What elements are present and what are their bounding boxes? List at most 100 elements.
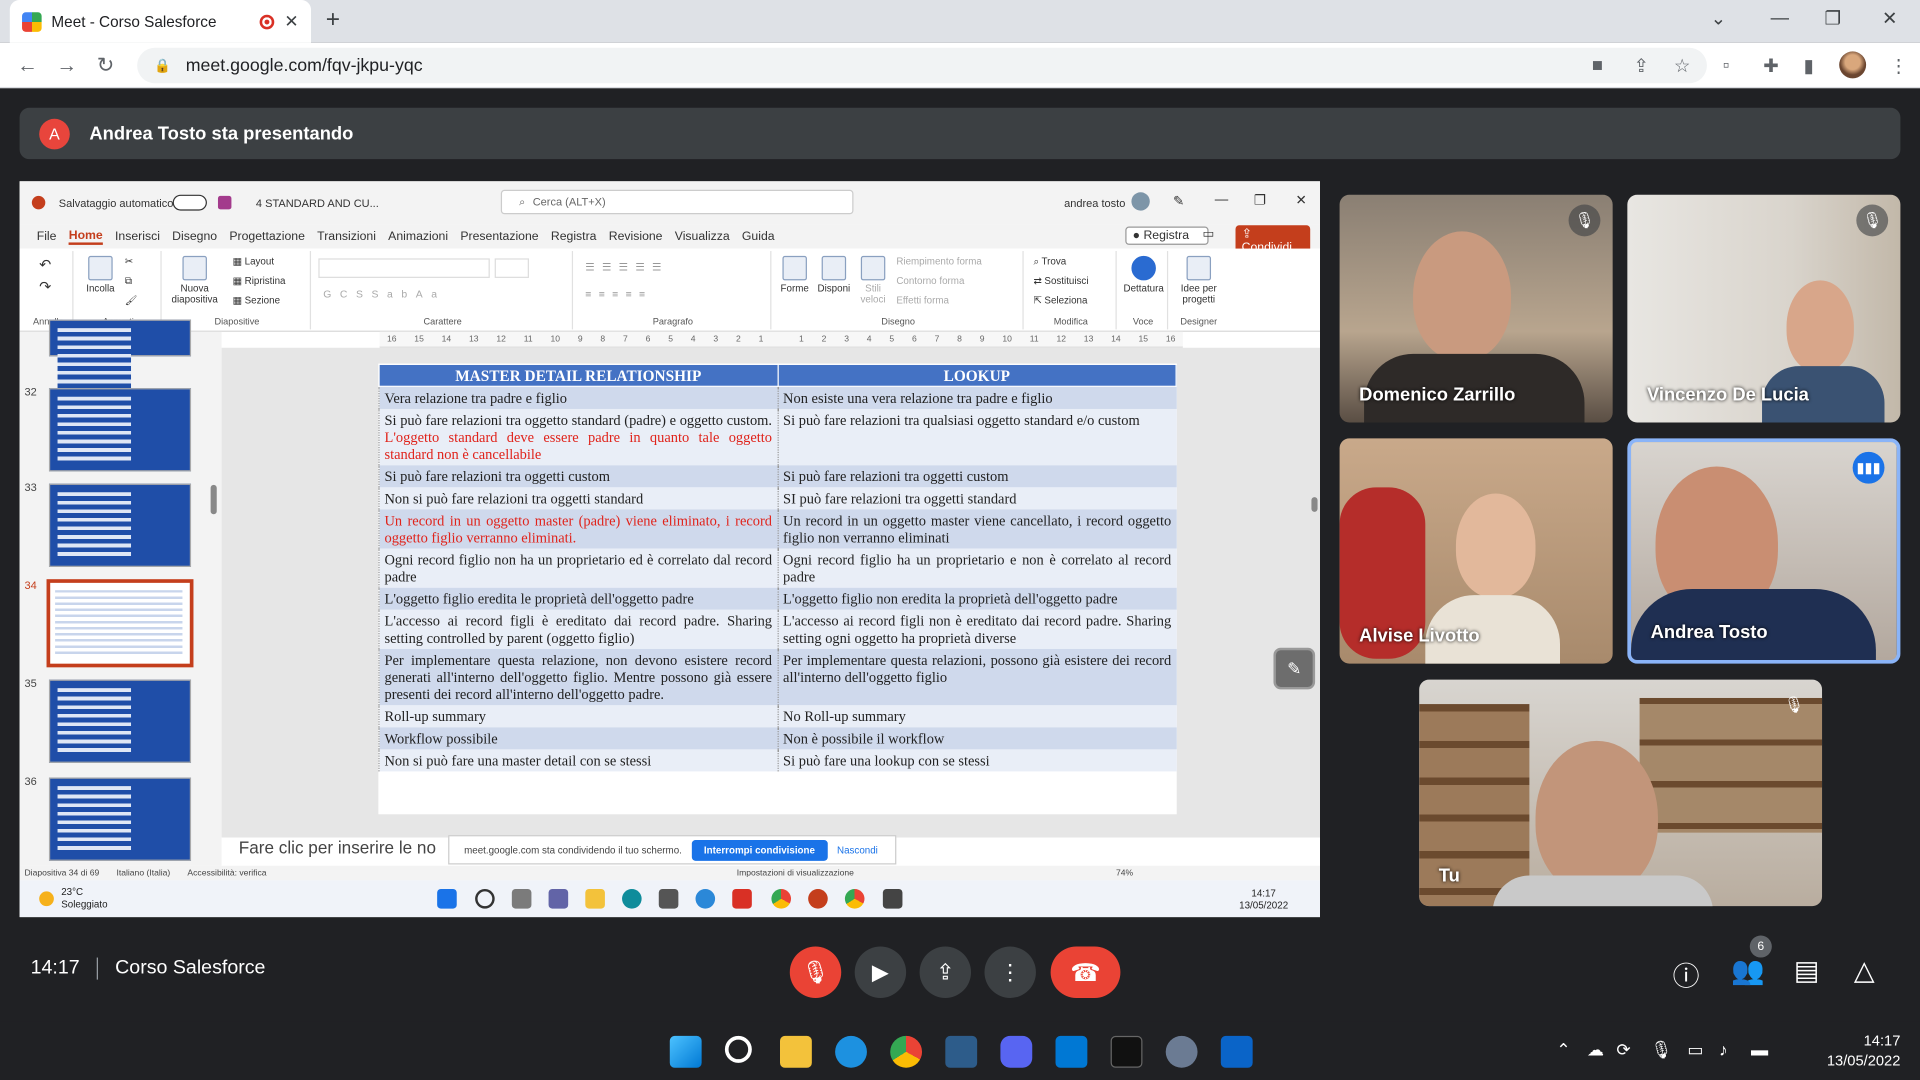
slide-thumbnail[interactable] xyxy=(48,388,192,472)
copy-icon[interactable]: ⧉ xyxy=(125,276,132,288)
participant-tile[interactable]: 🎙 Vincenzo De Lucia xyxy=(1627,194,1901,423)
sidepanel-icon[interactable]: ▮ xyxy=(1804,55,1814,77)
ribbon-tab-presentazione[interactable]: Presentazione xyxy=(460,230,538,243)
section-button[interactable]: ▦ Sezione xyxy=(233,295,280,306)
undo-icon[interactable]: ↶ xyxy=(39,256,51,273)
font-format-buttons[interactable]: GCSSabAa xyxy=(323,288,445,300)
select-button[interactable]: ⇱ Seleziona xyxy=(1033,295,1087,306)
participant-tile[interactable]: 🎙 Domenico Zarrillo xyxy=(1339,194,1613,423)
shape-effects-button[interactable]: Effetti forma xyxy=(896,295,949,306)
cell-master-detail[interactable]: L'accesso ai record figli è ereditato da… xyxy=(378,609,778,649)
cell-master-detail[interactable]: Ogni record figlio non ha un proprietari… xyxy=(378,548,778,588)
slide-thumbnail[interactable] xyxy=(48,319,192,395)
self-view-tile[interactable]: 🎙 Tu xyxy=(1419,679,1823,907)
cell-lookup[interactable]: No Roll-up summary xyxy=(776,705,1177,728)
notes-placeholder[interactable]: Fare clic per inserire le no xyxy=(221,837,452,866)
cut-icon[interactable]: ✂ xyxy=(125,256,133,267)
more-options-button[interactable]: ⋮ xyxy=(984,946,1036,998)
participant-tile-active-speaker[interactable]: ▮▮▮ Andrea Tosto xyxy=(1627,438,1901,664)
os-clock[interactable]: 14:17 13/05/2022 xyxy=(1827,1031,1901,1070)
ribbon-tab-home[interactable]: Home xyxy=(68,228,103,245)
camera-toggle-button[interactable]: ▶ xyxy=(854,946,907,998)
slide-thumbnail-selected[interactable] xyxy=(46,579,194,668)
arrange-button[interactable]: Disponi xyxy=(816,255,853,294)
cell-master-detail[interactable]: L'oggetto figlio eredita le proprietà de… xyxy=(378,587,778,610)
zoom-level[interactable]: 74% xyxy=(1116,869,1133,878)
cell-lookup[interactable]: L'oggetto figlio non eredita la propriet… xyxy=(776,587,1177,610)
forward-icon[interactable]: → xyxy=(56,54,77,78)
task-view-icon[interactable] xyxy=(511,888,532,909)
paste-button[interactable]: Incolla xyxy=(81,255,120,294)
reload-icon[interactable]: ↻ xyxy=(97,54,114,78)
cell-lookup[interactable]: Per implementare questa relazioni, posso… xyxy=(776,648,1177,706)
view-settings[interactable]: Impostazioni di visualizzazione xyxy=(737,869,854,878)
cell-master-detail[interactable]: Workflow possibile xyxy=(378,727,778,750)
tray-chevron-icon[interactable]: ⌃ xyxy=(1556,1040,1570,1061)
terminal-icon[interactable] xyxy=(1110,1035,1143,1068)
cell-lookup[interactable]: Non esiste una vera relazione tra padre … xyxy=(776,386,1177,409)
people-icon[interactable]: 👥 xyxy=(1731,955,1765,987)
ribbon-tab-inserisci[interactable]: Inserisci xyxy=(115,230,160,243)
search-icon[interactable] xyxy=(475,888,495,909)
slide-thumbnail[interactable] xyxy=(48,679,192,763)
designer-button[interactable]: Idee per progetti xyxy=(1173,255,1224,305)
dictation-button[interactable]: Dettatura xyxy=(1122,255,1166,294)
puzzle-icon[interactable]: ✚ xyxy=(1763,55,1778,77)
chrome-icon[interactable] xyxy=(890,1035,923,1068)
vscode-icon[interactable] xyxy=(1055,1035,1088,1068)
chrome-icon-2[interactable] xyxy=(844,888,865,909)
chat-icon[interactable]: ▤ xyxy=(1794,955,1819,987)
bookmark-star-icon[interactable]: ☆ xyxy=(1674,55,1690,77)
cell-lookup[interactable]: L'accesso ai record figli non è ereditat… xyxy=(776,609,1177,649)
minimize-icon[interactable]: — xyxy=(1771,7,1789,28)
search-icon[interactable] xyxy=(724,1035,752,1063)
cell-lookup[interactable]: Un record in un oggetto master viene can… xyxy=(776,509,1177,549)
cell-lookup[interactable]: Non è possibile il workflow xyxy=(776,727,1177,750)
ribbon-tab-transizioni[interactable]: Transizioni xyxy=(317,230,376,243)
cell-lookup[interactable]: Si può fare una lookup con se stessi xyxy=(776,749,1177,772)
cell-master-detail[interactable]: Un record in un oggetto master (padre) v… xyxy=(378,509,778,549)
font-name-select[interactable] xyxy=(318,258,490,278)
profile-avatar[interactable] xyxy=(1839,51,1867,79)
slide-thumbnail[interactable] xyxy=(48,483,192,567)
windows-start-icon[interactable] xyxy=(669,1035,702,1068)
battery-icon[interactable]: ▬ xyxy=(1751,1040,1768,1060)
camera-icon[interactable]: ■ xyxy=(1592,55,1603,76)
shape-outline-button[interactable]: Contorno forma xyxy=(896,276,964,287)
docker-icon[interactable] xyxy=(835,1035,867,1068)
pp-close-icon[interactable]: ✕ xyxy=(1296,192,1307,208)
pp-minimize-icon[interactable]: — xyxy=(1215,192,1228,207)
reset-button[interactable]: ▦ Ripristina xyxy=(233,276,286,287)
stop-sharing-button[interactable]: Interrompi condivisione xyxy=(691,839,828,861)
network-icon[interactable]: ▭ xyxy=(1687,1040,1703,1061)
hang-up-button[interactable]: ☎ xyxy=(1050,946,1121,998)
list-buttons[interactable]: ☰☰☰☰☰ xyxy=(585,261,668,274)
ribbon-tab-progettazione[interactable]: Progettazione xyxy=(229,230,305,243)
app-icon[interactable] xyxy=(695,888,716,909)
find-button[interactable]: ⌕ Trova xyxy=(1033,256,1066,268)
back-icon[interactable]: ← xyxy=(17,54,38,78)
app-icon[interactable] xyxy=(945,1035,978,1068)
shapes-button[interactable]: Forme xyxy=(776,255,813,294)
cell-lookup[interactable]: Si può fare relazioni tra qualsiasi ogge… xyxy=(776,408,1177,466)
cell-lookup[interactable]: SI può fare relazioni tra oggetti standa… xyxy=(776,487,1177,510)
cell-lookup[interactable]: Si può fare relazioni tra oggetti custom xyxy=(776,465,1177,488)
language-status[interactable]: Italiano (Italia) xyxy=(116,869,170,878)
close-window-icon[interactable]: ✕ xyxy=(1882,7,1897,30)
pen-tool-icon[interactable]: ✎ xyxy=(1273,647,1316,690)
extension-icon[interactable]: ▫ xyxy=(1723,55,1730,76)
maximize-icon[interactable]: ❐ xyxy=(1824,7,1840,30)
format-painter-icon[interactable]: 🖌 xyxy=(125,295,137,306)
thumbnails-scrollbar[interactable] xyxy=(210,484,217,515)
quick-styles-button[interactable]: Stili veloci xyxy=(855,255,892,305)
mail-icon[interactable] xyxy=(1220,1035,1253,1068)
pp-search-box[interactable]: ⌕ Cerca (ALT+X) xyxy=(500,189,854,215)
hide-banner-button[interactable]: Nascondi xyxy=(837,844,878,855)
cell-master-detail[interactable]: Si può fare relazioni tra oggetti custom xyxy=(378,465,778,488)
teams-icon[interactable] xyxy=(548,888,569,909)
autosave-toggle[interactable] xyxy=(172,194,207,211)
windows-start-icon[interactable] xyxy=(437,888,457,909)
shape-fill-button[interactable]: Riempimento forma xyxy=(896,256,981,267)
cell-master-detail[interactable]: Roll-up summary xyxy=(378,705,778,728)
url-field[interactable]: 🔒 meet.google.com/fqv-jkpu-yqc xyxy=(137,47,1707,84)
